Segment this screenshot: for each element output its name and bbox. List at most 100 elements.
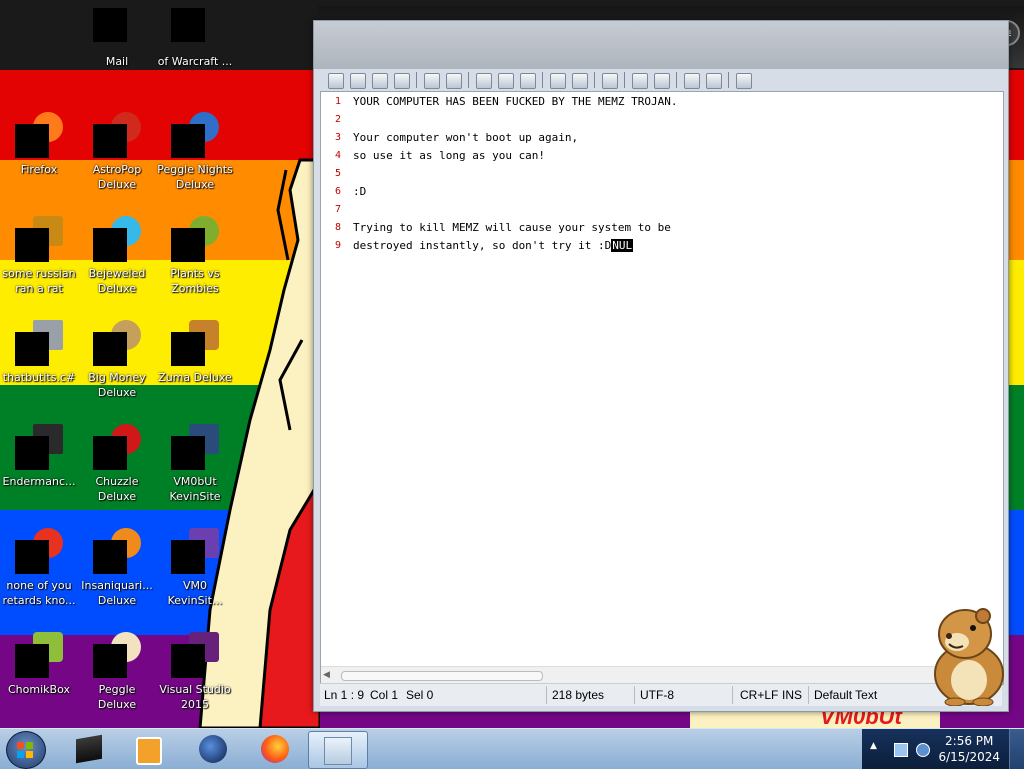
paste-icon[interactable] xyxy=(520,73,536,89)
fish-icon xyxy=(93,528,141,574)
desktop-icon-bejeweled[interactable]: Bejeweled Deluxe xyxy=(78,216,156,296)
line-number-gutter: 1 2 3 4 5 6 7 8 9 xyxy=(321,92,345,666)
desktop-icon-label: thatbutits.c# xyxy=(2,371,76,384)
taskbar-notepad[interactable] xyxy=(308,731,368,769)
scroll-left-icon[interactable]: ◀ xyxy=(323,670,330,680)
desktop-icon-firefox[interactable]: Firefox xyxy=(0,112,78,177)
desktop-icon-peggle-deluxe[interactable]: Peggle Deluxe xyxy=(78,632,156,712)
hamster-mascot xyxy=(934,608,1004,706)
find-icon[interactable] xyxy=(550,73,566,89)
text-line: so use it as long as you can! xyxy=(353,149,546,162)
opera-icon xyxy=(15,528,63,574)
desktop-icon-insaniquarium[interactable]: Insaniquari... Deluxe xyxy=(78,528,156,608)
show-hidden-icons[interactable]: ▲ xyxy=(870,741,882,753)
desktop-icon-chomikbox[interactable]: ChomikBox xyxy=(0,632,78,697)
desktop-icon-mail[interactable]: Mail xyxy=(78,4,156,69)
settings-icon[interactable] xyxy=(706,73,722,89)
media-player-icon xyxy=(136,737,162,765)
line-number: 3 xyxy=(334,132,341,143)
save-icon[interactable] xyxy=(394,73,410,89)
desktop-icon-big-money[interactable]: Big Money Deluxe xyxy=(78,320,156,400)
file-icon xyxy=(15,216,63,262)
console-icon xyxy=(15,424,63,470)
browse-icon[interactable] xyxy=(372,73,388,89)
network-icon[interactable] xyxy=(894,743,908,757)
desktop-icon-none-of-you[interactable]: none of you retards kno... xyxy=(0,528,78,608)
text-line: YOUR COMPUTER HAS BEEN FUCKED BY THE MEM… xyxy=(353,95,678,108)
astropop-icon xyxy=(93,112,141,158)
new-file-icon[interactable] xyxy=(328,73,344,89)
desktop-icon-warcraft[interactable]: of Warcraft ... xyxy=(156,4,234,69)
desktop-icon-label: VM0bUt KevinSite xyxy=(169,475,221,503)
status-line-ending[interactable]: CR+LF xyxy=(740,688,778,702)
cut-icon[interactable] xyxy=(476,73,492,89)
taskbar-firefox[interactable] xyxy=(250,731,300,767)
desktop-icon-visual-studio[interactable]: Visual Studio 2015 xyxy=(156,632,234,712)
desktop-icon-astropop[interactable]: AstroPop Deluxe xyxy=(78,112,156,192)
word-wrap-icon[interactable] xyxy=(602,73,618,89)
taskbar-media-player[interactable] xyxy=(122,731,172,767)
taskbar-globe-app[interactable] xyxy=(188,731,238,767)
clock[interactable]: 2:56 PM 6/15/2024 xyxy=(938,733,1000,765)
title-bar[interactable] xyxy=(314,21,1008,69)
status-encoding[interactable]: UTF-8 xyxy=(640,688,674,702)
plant-icon xyxy=(171,216,219,262)
text-editor-area[interactable]: 1 2 3 4 5 6 7 8 9 YOUR COMPUTER HAS BEEN… xyxy=(320,91,1004,685)
scheme-icon[interactable] xyxy=(684,73,700,89)
desktop-icon-endermanc[interactable]: Endermanc... xyxy=(0,424,78,489)
toolbar-separator xyxy=(676,72,677,88)
desktop-icon-vm0but-kevinsite[interactable]: VM0bUt KevinSite xyxy=(156,424,234,504)
horizontal-scrollbar[interactable]: ◀ xyxy=(321,666,1003,684)
shortcut-icon xyxy=(171,424,219,470)
scrollbar-thumb[interactable] xyxy=(341,671,543,681)
desktop-icon-vm0-kevinsit[interactable]: VM0 KevinSit... xyxy=(156,528,234,608)
status-separator xyxy=(546,686,547,704)
cube-icon xyxy=(76,734,102,764)
gem-icon xyxy=(93,216,141,262)
open-file-icon[interactable] xyxy=(350,73,366,89)
desktop-icon-plants-vs-zombies[interactable]: Plants vs Zombies xyxy=(156,216,234,296)
taskbar-app-cube[interactable] xyxy=(64,731,114,767)
status-lexer[interactable]: Default Text xyxy=(814,688,877,702)
status-selection: Sel 0 xyxy=(406,688,434,702)
replace-icon[interactable] xyxy=(572,73,588,89)
show-desktop-button[interactable] xyxy=(1009,729,1024,769)
desktop-icon-label: AstroPop Deluxe xyxy=(92,163,142,191)
text-line-last: destroyed instantly, so don't try it :DN… xyxy=(353,239,634,252)
status-separator xyxy=(808,686,809,704)
desktop-icon-thatbutits[interactable]: thatbutits.c# xyxy=(0,320,78,385)
desktop-icon-zuma[interactable]: Zuma Deluxe xyxy=(156,320,234,385)
desktop-icon-label: Firefox xyxy=(20,163,58,176)
visual-studio-icon xyxy=(171,528,219,574)
status-separator xyxy=(732,686,733,704)
notepad-icon xyxy=(324,737,352,765)
notepad-window: 1 2 3 4 5 6 7 8 9 YOUR COMPUTER HAS BEEN… xyxy=(313,20,1009,712)
copy-icon[interactable] xyxy=(498,73,514,89)
status-file-size: 218 bytes xyxy=(552,688,605,702)
toolbar-separator xyxy=(594,72,595,88)
zoom-in-icon[interactable] xyxy=(632,73,648,89)
exit-icon[interactable] xyxy=(736,73,752,89)
desktop-icon-chuzzle[interactable]: Chuzzle Deluxe xyxy=(78,424,156,504)
start-button[interactable] xyxy=(6,731,46,769)
redo-icon[interactable] xyxy=(446,73,462,89)
volume-icon[interactable] xyxy=(916,743,930,757)
globe-icon xyxy=(199,735,227,763)
status-insert-mode[interactable]: INS xyxy=(782,688,802,702)
line-number: 9 xyxy=(334,240,341,251)
status-bar: Ln 1 : 9 Col 1 Sel 0 218 bytes UTF-8 CR+… xyxy=(320,683,1002,706)
toolbar-separator xyxy=(728,72,729,88)
desktop-icon-label: Peggle Deluxe xyxy=(97,683,137,711)
desktop-icon-label: ChomikBox xyxy=(8,683,70,696)
toolbar-separator xyxy=(416,72,417,88)
zoom-out-icon[interactable] xyxy=(654,73,670,89)
desktop-icon-label: of Warcraft ... xyxy=(157,55,233,68)
warcraft-icon xyxy=(171,4,219,50)
chuzzle-icon xyxy=(93,424,141,470)
desktop-icon-peggle-nights[interactable]: Peggle Nights Deluxe xyxy=(156,112,234,192)
toolbar-separator xyxy=(542,72,543,88)
desktop-icon-some-russian-ran-a-rat[interactable]: some russian ran a rat xyxy=(0,216,78,296)
desktop-icon-label: VM0 KevinSit... xyxy=(167,579,223,607)
text-line: destroyed instantly, so don't try it :D xyxy=(353,239,612,252)
undo-icon[interactable] xyxy=(424,73,440,89)
